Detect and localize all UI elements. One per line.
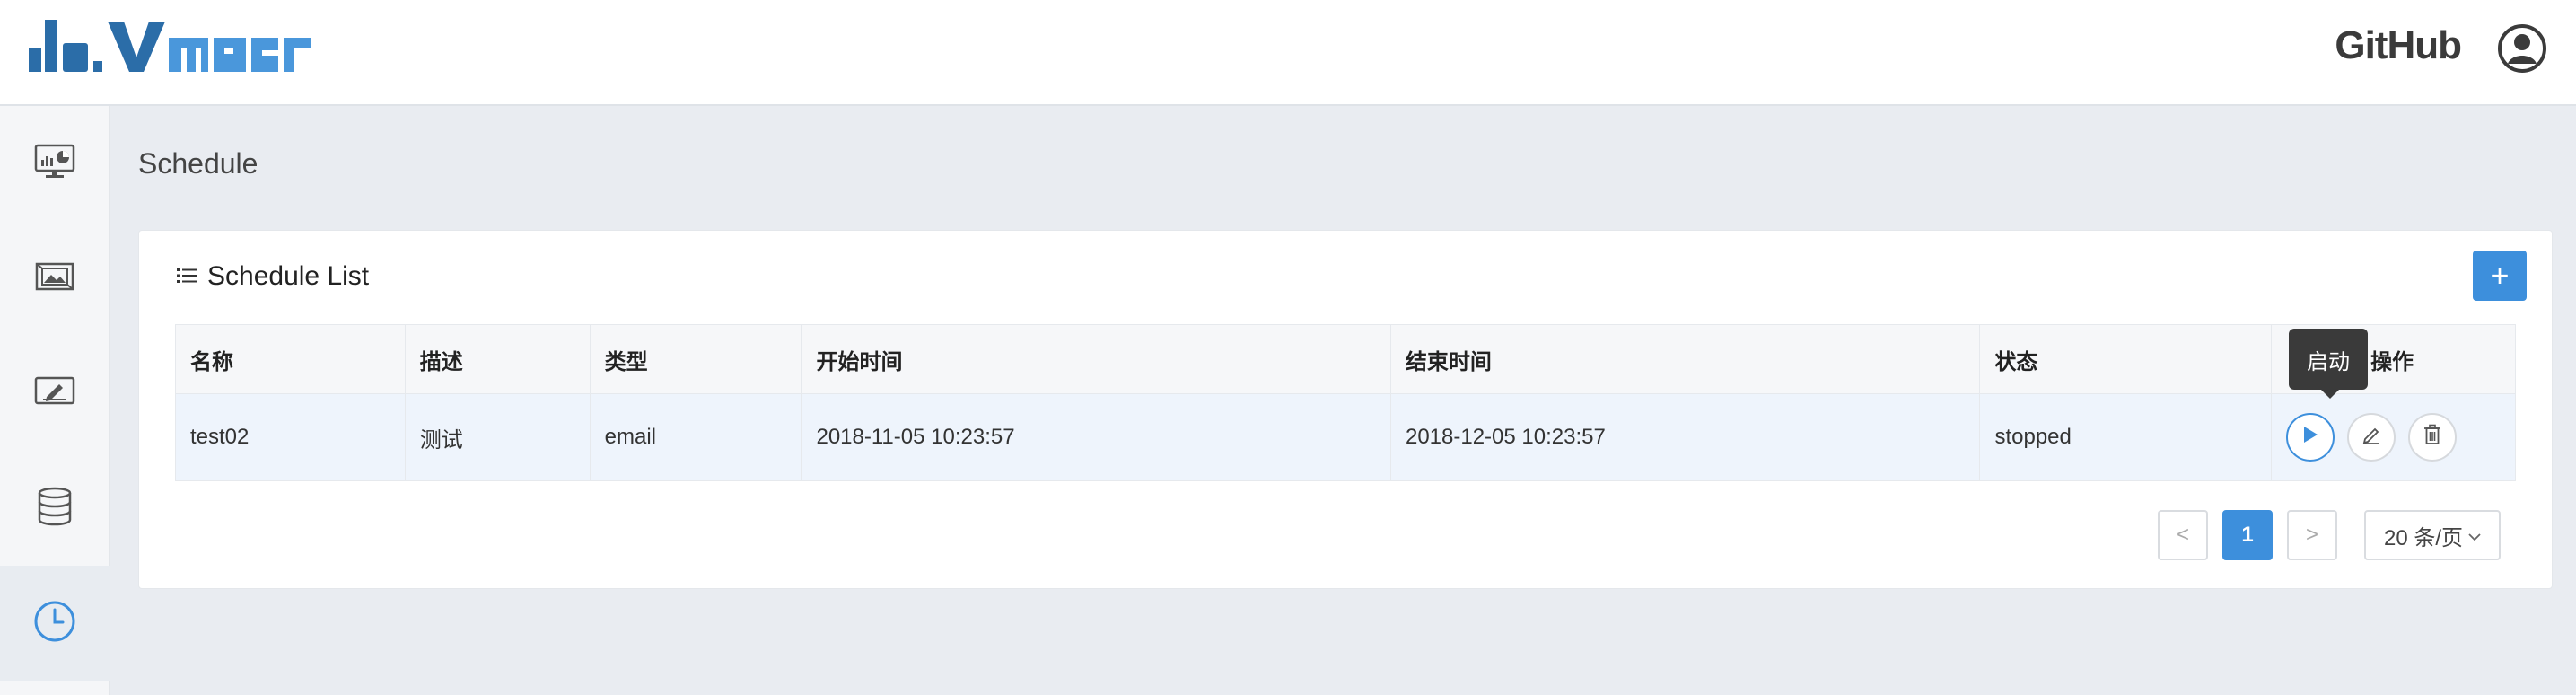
- add-schedule-button[interactable]: +: [2473, 251, 2527, 301]
- clock-icon: [32, 599, 77, 648]
- column-header-start-time[interactable]: 开始时间: [802, 325, 1391, 393]
- pagination-next-button[interactable]: >: [2287, 510, 2337, 560]
- row-actions: [2286, 413, 2458, 462]
- delete-button[interactable]: [2408, 413, 2458, 462]
- edit-button[interactable]: [2347, 413, 2396, 462]
- cell-actions: [2272, 394, 2515, 480]
- column-header-status[interactable]: 状态: [1980, 325, 2273, 393]
- start-tooltip: 启动: [2289, 329, 2368, 399]
- trash-icon: [2423, 424, 2442, 452]
- cell-description: 测试: [406, 394, 591, 480]
- sidebar-item-source[interactable]: [0, 451, 110, 566]
- cell-name: test02: [176, 394, 406, 480]
- column-header-end-time[interactable]: 结束时间: [1391, 325, 1981, 393]
- start-button[interactable]: [2286, 413, 2335, 462]
- schedule-table: 名称 描述 类型 开始时间 结束时间 状态 操作 test02 测试 email…: [175, 324, 2516, 481]
- card-header: Schedule List: [177, 261, 369, 292]
- top-header: GitHub: [0, 0, 2576, 106]
- pagination-prev-button[interactable]: <: [2158, 510, 2208, 560]
- sidebar: [0, 106, 110, 695]
- page-title: Schedule: [138, 147, 258, 180]
- pagination-page-1[interactable]: 1: [2222, 510, 2273, 560]
- page-size-value: 20 条/页: [2383, 525, 2464, 550]
- cell-status: stopped: [1980, 394, 2273, 480]
- dashboard-monitor-icon: [34, 144, 75, 184]
- play-icon: [2301, 425, 2319, 451]
- column-header-name[interactable]: 名称: [176, 325, 406, 393]
- page-size-select[interactable]: 20 条/页: [2364, 510, 2501, 560]
- github-link[interactable]: GitHub: [2335, 23, 2462, 68]
- edit-icon: [2361, 424, 2382, 452]
- list-icon: [177, 261, 197, 292]
- user-avatar-icon[interactable]: [2497, 23, 2547, 78]
- cell-start-time: 2018-11-05 10:23:57: [802, 394, 1391, 480]
- cell-type: email: [591, 394, 802, 480]
- table-row[interactable]: test02 测试 email 2018-11-05 10:23:57 2018…: [176, 394, 2515, 480]
- edit-screen-icon: [34, 375, 75, 412]
- sidebar-item-display[interactable]: [0, 336, 110, 451]
- davinci-logo[interactable]: [27, 16, 314, 80]
- column-header-type[interactable]: 类型: [591, 325, 802, 393]
- card-title: Schedule List: [207, 261, 370, 291]
- chevron-down-icon: [2468, 523, 2481, 548]
- cell-end-time: 2018-12-05 10:23:57: [1391, 394, 1981, 480]
- sidebar-item-schedule[interactable]: [0, 566, 110, 681]
- column-header-description[interactable]: 描述: [406, 325, 591, 393]
- sidebar-item-dashboard[interactable]: [0, 106, 110, 221]
- database-icon: [37, 487, 73, 531]
- table-header-row: 名称 描述 类型 开始时间 结束时间 状态 操作: [176, 325, 2515, 394]
- widget-image-icon: [35, 260, 74, 297]
- sidebar-item-widgets[interactable]: [0, 221, 110, 336]
